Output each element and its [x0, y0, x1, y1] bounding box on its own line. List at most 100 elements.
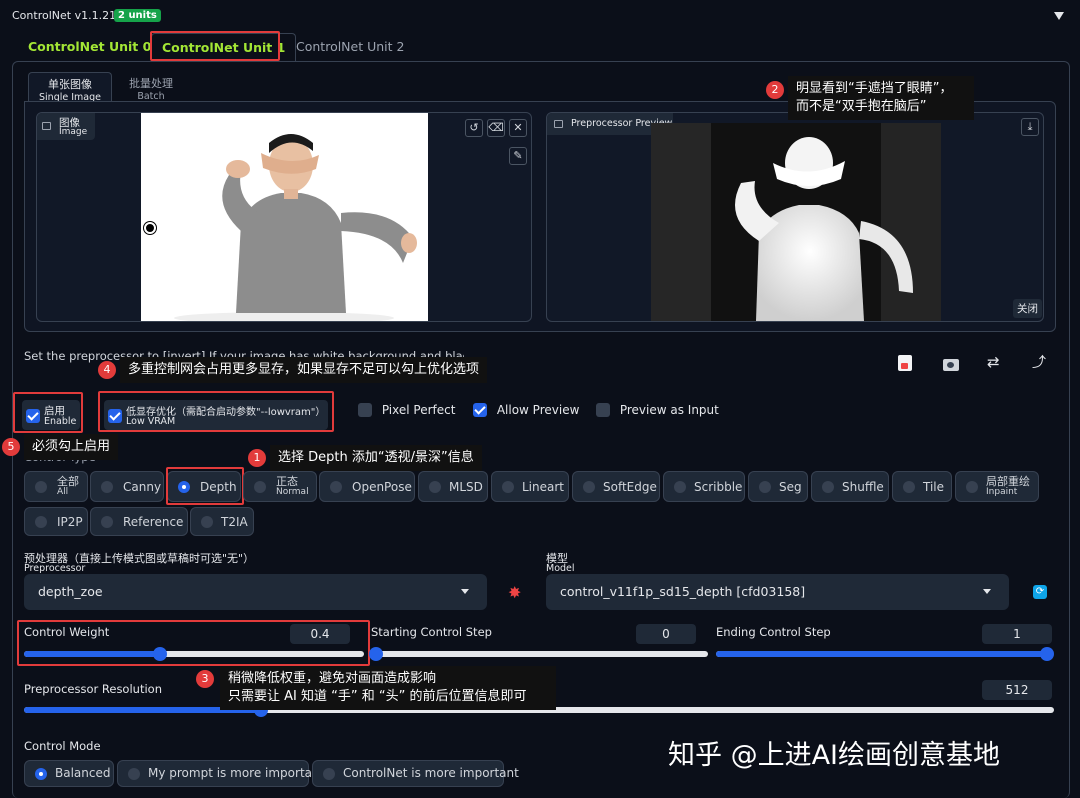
- radio-dot: [254, 481, 266, 493]
- tab-single-image[interactable]: 单张图像 Single Image: [28, 72, 112, 103]
- image-panel-label: 图像 Image: [37, 113, 95, 140]
- preprocessor-value: depth_zoe: [38, 584, 103, 599]
- control-type-mlsd[interactable]: MLSD: [418, 471, 488, 502]
- image-sub: Image: [59, 127, 88, 137]
- control-type-shuffle-label: Shuffle: [842, 480, 884, 494]
- tab-batch-label: 批量处理: [129, 77, 173, 90]
- radio-dot: [35, 481, 47, 493]
- run-preprocessor-icon[interactable]: ✸: [508, 583, 521, 602]
- brush-cursor-dot: [144, 222, 156, 234]
- annotation-note-3: 稍微降低权重，避免对画面造成影响 只需要让 AI 知道 “手” 和 “头” 的前…: [220, 666, 556, 710]
- starting-step-label: Starting Control Step: [371, 625, 492, 639]
- undo-icon[interactable]: ↺: [465, 119, 483, 137]
- starting-step-knob[interactable]: [369, 647, 383, 661]
- control-mode-balanced[interactable]: Balanced: [24, 760, 114, 787]
- control-type-normal-label: 正态 Normal: [276, 475, 309, 497]
- image-icon: [554, 120, 563, 128]
- camera-icon[interactable]: [943, 359, 959, 371]
- control-type-shuffle[interactable]: Shuffle: [811, 471, 889, 502]
- annotation-note-4: 多重控制网会占用更多显存，如果显存不足可以勾上优化选项: [120, 357, 488, 383]
- annotation-text-3a: 稍微降低权重，避免对画面造成影响: [228, 671, 437, 686]
- preprocessor-select[interactable]: depth_zoe: [24, 574, 487, 610]
- tab-batch[interactable]: 批量处理 Batch: [116, 72, 186, 102]
- refresh-icon[interactable]: ⟳: [1033, 585, 1047, 599]
- eraser-icon[interactable]: ⌫: [487, 119, 505, 137]
- allow-preview-checkbox[interactable]: Allow Preview: [473, 402, 579, 420]
- control-type-tile[interactable]: Tile: [892, 471, 952, 502]
- annotation-note-5: 必须勾上启用: [24, 434, 119, 460]
- ending-step-label: Ending Control Step: [716, 625, 831, 639]
- annotation-text-2b: 而不是“双手抱在脑后”: [796, 99, 927, 114]
- watermark: 知乎 @上进AI绘画创意基地: [668, 740, 1001, 771]
- annotation-text-2a: 明显看到“手遮挡了眼睛”，: [796, 81, 953, 96]
- control-type-ip2p-label: IP2P: [57, 515, 83, 529]
- model-sub-label: Model: [546, 563, 575, 574]
- pixel-perfect-label: Pixel Perfect: [381, 402, 456, 417]
- tab-unit-0[interactable]: ControlNet Unit 0: [18, 33, 161, 61]
- resolution-label: Preprocessor Resolution: [24, 682, 162, 696]
- tab-unit-2[interactable]: ControlNet Unit 2: [286, 33, 414, 61]
- control-mode-controlnet[interactable]: ControlNet is more important: [312, 760, 519, 787]
- control-type-t2ia[interactable]: T2IA: [190, 507, 254, 536]
- control-type-lineart-label: Lineart: [522, 480, 564, 494]
- control-type-reference[interactable]: Reference: [90, 507, 188, 536]
- control-type-softedge-label: SoftEdge: [603, 480, 657, 494]
- chevron-down-icon: [461, 589, 469, 594]
- radio-dot: [323, 768, 335, 780]
- control-type-ip2p[interactable]: IP2P: [24, 507, 88, 536]
- control-type-lineart[interactable]: Lineart: [491, 471, 569, 502]
- preview-as-input-check-mark: [596, 402, 610, 417]
- control-type-mlsd-label: MLSD: [449, 480, 483, 494]
- controlnet-header[interactable]: ControlNet v1.1.219 2 units: [0, 0, 1080, 30]
- control-type-inpaint[interactable]: 局部重绘 Inpaint: [955, 471, 1039, 502]
- brush-icon[interactable]: ✎: [509, 147, 527, 165]
- starting-step-slider[interactable]: [369, 647, 708, 661]
- depth-map-image: [651, 123, 941, 321]
- send-dimensions-icon[interactable]: ⤴: [1032, 352, 1046, 372]
- control-type-tile-label: Tile: [923, 480, 945, 494]
- radio-dot: [674, 481, 686, 493]
- control-type-scribble[interactable]: Scribble: [663, 471, 745, 502]
- triangle-down-icon[interactable]: [1054, 12, 1064, 20]
- preview-as-input-checkbox[interactable]: Preview as Input: [596, 402, 719, 420]
- preview-close-button[interactable]: 关闭: [1013, 299, 1042, 318]
- control-mode-controlnet-label: ControlNet is more important: [343, 766, 519, 780]
- ending-step-fill: [716, 651, 1052, 657]
- radio-dot: [101, 516, 113, 528]
- units-badge: 2 units: [114, 9, 161, 22]
- image-icon: [42, 122, 51, 130]
- close-icon[interactable]: ✕: [509, 119, 527, 137]
- annotation-box-control-weight: [17, 620, 370, 666]
- uploaded-image[interactable]: [141, 113, 428, 321]
- image-input-panel[interactable]: 图像 Image ↺ ⌫ ✕ ✎: [36, 112, 532, 322]
- ending-step-knob[interactable]: [1040, 647, 1054, 661]
- download-icon[interactable]: ⤓: [1021, 118, 1039, 136]
- control-type-reference-label: Reference: [123, 515, 184, 529]
- model-select[interactable]: control_v11f1p_sd15_depth [cfd03158]: [546, 574, 1009, 610]
- annotation-text-3b: 只需要让 AI 知道 “手” 和 “头” 的前后位置信息即可: [228, 689, 527, 704]
- radio-dot: [583, 481, 595, 493]
- annotation-box-unit1: [150, 31, 280, 61]
- control-type-canny[interactable]: Canny: [90, 471, 164, 502]
- control-type-softedge[interactable]: SoftEdge: [572, 471, 660, 502]
- control-type-scribble-label: Scribble: [694, 480, 743, 494]
- radio-dot: [502, 481, 514, 493]
- control-type-all[interactable]: 全部 All: [24, 471, 88, 502]
- control-type-openpose[interactable]: OpenPose: [319, 471, 415, 502]
- radio-dot: [35, 516, 47, 528]
- radio-dot: [101, 481, 113, 493]
- control-type-normal[interactable]: 正态 Normal: [243, 471, 317, 502]
- edit-document-icon[interactable]: [898, 355, 912, 371]
- swap-icon[interactable]: ⇄: [987, 353, 1000, 371]
- ending-step-input[interactable]: 1: [982, 624, 1052, 644]
- resolution-input[interactable]: 512: [982, 680, 1052, 700]
- radio-dot: [966, 481, 978, 493]
- annotation-badge-1: 1: [248, 449, 266, 467]
- annotation-badge-4: 4: [98, 361, 116, 379]
- control-type-seg[interactable]: Seg: [748, 471, 808, 502]
- starting-step-input[interactable]: 0: [636, 624, 696, 644]
- ending-step-slider[interactable]: [716, 647, 1054, 661]
- control-mode-prompt[interactable]: My prompt is more important: [117, 760, 324, 787]
- model-value: control_v11f1p_sd15_depth [cfd03158]: [560, 584, 806, 599]
- pixel-perfect-checkbox[interactable]: Pixel Perfect: [358, 402, 455, 420]
